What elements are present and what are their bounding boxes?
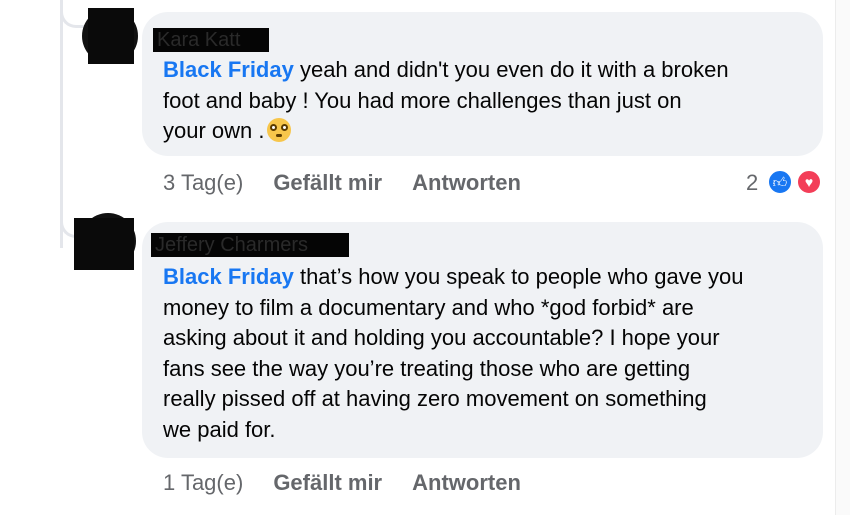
- comment-author[interactable]: Kara Katt: [153, 28, 269, 52]
- comment-timestamp[interactable]: 1 Tag(e): [163, 470, 243, 495]
- mention-link[interactable]: Black Friday: [163, 264, 294, 289]
- comment-actions: 3 Tag(e) Gefällt mir Antworten: [163, 170, 521, 196]
- comment-actions: 1 Tag(e) Gefällt mir Antworten: [163, 470, 521, 496]
- thread-connector: [60, 0, 86, 28]
- comment-text: Black Friday that’s how you speak to peo…: [163, 264, 744, 442]
- comment-timestamp[interactable]: 3 Tag(e): [163, 170, 243, 195]
- reply-button[interactable]: Antworten: [412, 170, 521, 195]
- avatar-redaction: [88, 8, 134, 64]
- comment-text: Black Friday yeah and didn't you even do…: [163, 57, 729, 143]
- scrollbar-track[interactable]: [835, 0, 850, 515]
- comment-author[interactable]: Jeffery Charmers: [151, 233, 349, 257]
- avatar-redaction: [74, 218, 134, 270]
- mention-link[interactable]: Black Friday: [163, 57, 294, 82]
- reaction-count: 2: [746, 170, 759, 195]
- reply-button[interactable]: Antworten: [412, 470, 521, 495]
- flushed-face-icon: [266, 118, 291, 142]
- reaction-summary[interactable]: 2: [746, 170, 758, 196]
- like-button[interactable]: Gefällt mir: [273, 170, 382, 195]
- heart-icon: ♥: [796, 169, 822, 195]
- like-button[interactable]: Gefällt mir: [273, 470, 382, 495]
- like-icon: 👍︎: [767, 169, 793, 195]
